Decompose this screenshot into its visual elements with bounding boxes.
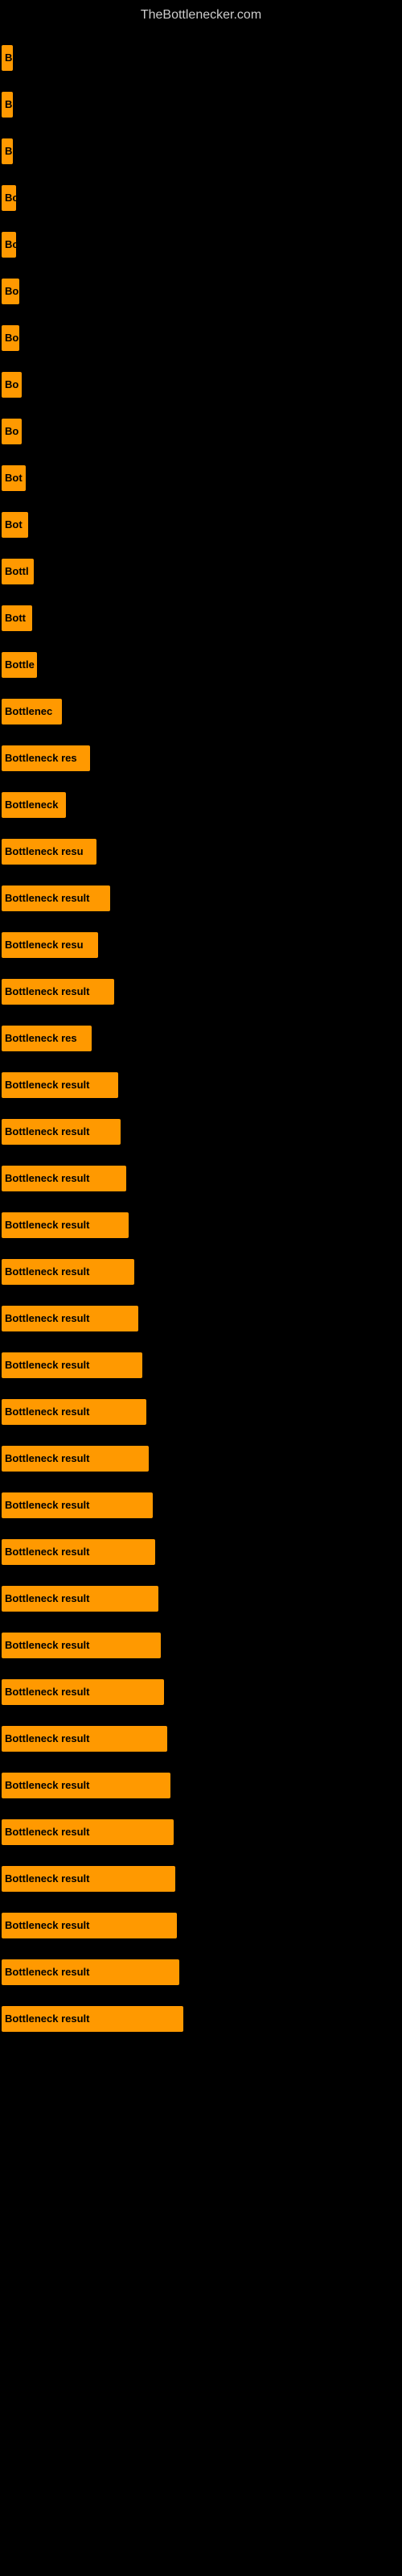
- bar-row: Bottleneck result: [0, 1575, 402, 1622]
- bar-label: Bo: [2, 325, 19, 351]
- bar-label: Bottleneck result: [2, 1959, 179, 1985]
- bar-row: Bottleneck result: [0, 1389, 402, 1435]
- bar-label: Bottleneck result: [2, 1539, 155, 1565]
- bar-row: Bottleneck result: [0, 1762, 402, 1809]
- bar-row: Bottleneck result: [0, 875, 402, 922]
- bar-label: Bottleneck result: [2, 1866, 175, 1892]
- bar-row: Bottleneck result: [0, 1669, 402, 1715]
- bar-row: Bottleneck result: [0, 1108, 402, 1155]
- bar-row: Bottleneck result: [0, 1949, 402, 1996]
- bar-label: Bo: [2, 279, 19, 304]
- bar-row: Bot: [0, 455, 402, 502]
- bar-label: Bottleneck result: [2, 1819, 174, 1845]
- bar-row: Bottle: [0, 642, 402, 688]
- bar-row: B: [0, 35, 402, 81]
- bar-label: Bottleneck result: [2, 1773, 170, 1798]
- bar-label: Bo: [2, 185, 16, 211]
- bar-row: Bott: [0, 595, 402, 642]
- bar-row: Bottleneck result: [0, 1809, 402, 1856]
- bar-label: Bottleneck result: [2, 1913, 177, 1938]
- bar-label: Bottleneck result: [2, 1166, 126, 1191]
- bar-row: Bottleneck result: [0, 1529, 402, 1575]
- bar-row: Bottleneck result: [0, 1435, 402, 1482]
- bar-label: Bottleneck result: [2, 1212, 129, 1238]
- bar-row: Bottleneck result: [0, 1902, 402, 1949]
- bar-row: B: [0, 81, 402, 128]
- bars-container: BBBBoBoBoBoBoBoBotBotBottlBottBottleBott…: [0, 27, 402, 2042]
- bar-label: Bottleneck res: [2, 745, 90, 771]
- bar-row: Bo: [0, 175, 402, 221]
- bar-label: Bot: [2, 512, 28, 538]
- bar-label: Bottleneck result: [2, 1399, 146, 1425]
- bar-label: Bottleneck result: [2, 1492, 153, 1518]
- bar-label: Bottleneck result: [2, 979, 114, 1005]
- bar-row: Bottleneck result: [0, 1249, 402, 1295]
- bar-row: Bottlenec: [0, 688, 402, 735]
- bar-label: Bo: [2, 232, 16, 258]
- bar-label: Bottle: [2, 652, 37, 678]
- bar-row: Bottleneck: [0, 782, 402, 828]
- bar-label: Bottleneck result: [2, 1259, 134, 1285]
- bar-row: Bottl: [0, 548, 402, 595]
- bar-row: Bottleneck result: [0, 1856, 402, 1902]
- bar-label: Bo: [2, 372, 22, 398]
- bar-row: Bo: [0, 315, 402, 361]
- bar-row: Bottleneck result: [0, 1996, 402, 2042]
- bar-row: Bo: [0, 408, 402, 455]
- bar-label: Bottlenec: [2, 699, 62, 724]
- bar-label: Bot: [2, 465, 26, 491]
- bar-label: B: [2, 138, 13, 164]
- site-title: TheBottlenecker.com: [0, 0, 402, 27]
- bar-label: Bottleneck result: [2, 1119, 121, 1145]
- bar-row: B: [0, 128, 402, 175]
- bar-row: Bo: [0, 221, 402, 268]
- bar-row: Bottleneck result: [0, 1155, 402, 1202]
- bar-label: B: [2, 45, 13, 71]
- bar-row: Bottleneck result: [0, 1202, 402, 1249]
- bar-row: Bottleneck resu: [0, 922, 402, 968]
- bar-row: Bo: [0, 361, 402, 408]
- bar-label: Bottleneck: [2, 792, 66, 818]
- bar-label: Bottleneck result: [2, 1679, 164, 1705]
- bar-label: Bott: [2, 605, 32, 631]
- bar-label: Bottleneck result: [2, 1586, 158, 1612]
- bar-row: Bottleneck resu: [0, 828, 402, 875]
- bar-row: Bo: [0, 268, 402, 315]
- bar-label: Bottleneck result: [2, 2006, 183, 2032]
- bar-row: Bottleneck res: [0, 1015, 402, 1062]
- bar-label: Bottl: [2, 559, 34, 584]
- bar-label: Bottleneck resu: [2, 839, 96, 865]
- bar-row: Bottleneck result: [0, 1482, 402, 1529]
- bar-row: Bottleneck result: [0, 1342, 402, 1389]
- bar-label: Bottleneck result: [2, 1306, 138, 1331]
- bar-label: Bottleneck result: [2, 1446, 149, 1472]
- bar-row: Bottleneck result: [0, 1295, 402, 1342]
- bar-row: Bottleneck result: [0, 1715, 402, 1762]
- bar-label: B: [2, 92, 13, 118]
- bar-label: Bottleneck res: [2, 1026, 92, 1051]
- bar-label: Bottleneck result: [2, 1633, 161, 1658]
- bar-row: Bottleneck res: [0, 735, 402, 782]
- bar-label: Bottleneck result: [2, 1352, 142, 1378]
- bar-label: Bottleneck resu: [2, 932, 98, 958]
- bar-label: Bottleneck result: [2, 886, 110, 911]
- bar-label: Bottleneck result: [2, 1072, 118, 1098]
- bar-row: Bottleneck result: [0, 968, 402, 1015]
- bar-row: Bot: [0, 502, 402, 548]
- bar-label: Bottleneck result: [2, 1726, 167, 1752]
- bar-row: Bottleneck result: [0, 1062, 402, 1108]
- bar-label: Bo: [2, 419, 22, 444]
- bar-row: Bottleneck result: [0, 1622, 402, 1669]
